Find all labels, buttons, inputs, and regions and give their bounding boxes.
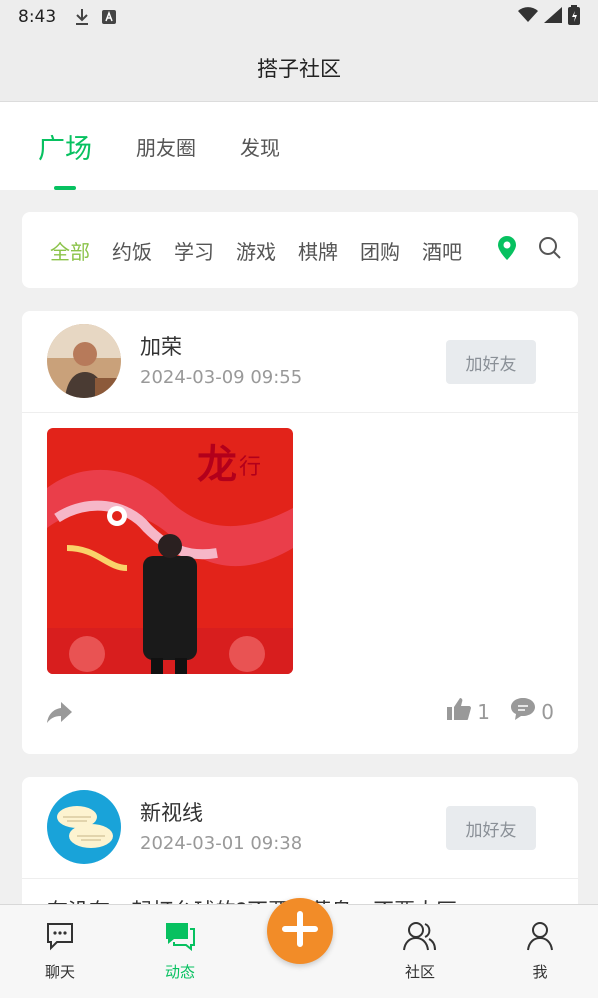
post-card: 加荣 2024-03-09 09:55 加好友 龙 行 1 0 <box>22 311 578 754</box>
top-tabs: 广场 朋友圈 发现 <box>0 102 598 190</box>
plus-icon <box>281 910 319 952</box>
tab-square[interactable]: 广场 <box>38 127 92 166</box>
category-filter: 全部 约饭 学习 游戏 棋牌 团购 酒吧 <box>22 212 578 288</box>
tab-friends-circle[interactable]: 朋友圈 <box>136 132 196 161</box>
moments-icon <box>164 921 196 955</box>
like-count: 1 <box>477 699 490 724</box>
wifi-icon <box>518 6 538 28</box>
post-header: 新视线 2024-03-01 09:38 加好友 <box>22 777 578 879</box>
page-title: 搭子社区 <box>257 56 341 81</box>
nav-profile[interactable]: 我 <box>500 921 580 982</box>
svg-text:行: 行 <box>239 455 261 480</box>
download-icon <box>74 8 90 26</box>
thumbs-up-icon <box>447 698 472 725</box>
comment-count: 0 <box>541 699 554 724</box>
community-icon <box>403 921 437 955</box>
nav-community-label: 社区 <box>404 963 435 981</box>
post-username[interactable]: 新视线 <box>140 797 203 827</box>
post-username[interactable]: 加荣 <box>140 331 182 361</box>
like-button[interactable]: 1 <box>447 698 490 725</box>
comment-button[interactable]: 0 <box>511 698 554 725</box>
svg-text:龙: 龙 <box>197 441 237 488</box>
battery-icon <box>568 4 580 30</box>
category-dining[interactable]: 约饭 <box>112 236 152 265</box>
comment-icon <box>511 698 536 725</box>
status-time: 8:43 <box>18 7 57 27</box>
add-friend-button[interactable]: 加好友 <box>446 340 536 384</box>
avatar[interactable] <box>47 790 121 864</box>
profile-icon <box>525 921 555 955</box>
nav-chat[interactable]: 聊天 <box>20 921 100 982</box>
post-time: 2024-03-09 09:55 <box>140 367 303 388</box>
category-games[interactable]: 游戏 <box>236 236 276 265</box>
chat-icon <box>45 921 75 955</box>
nav-community[interactable]: 社区 <box>380 921 460 982</box>
app-title-bar: 搭子社区 <box>0 34 598 102</box>
nav-moments[interactable]: 动态 <box>140 921 220 982</box>
tab-discover[interactable]: 发现 <box>240 132 280 161</box>
create-post-button[interactable] <box>267 898 333 964</box>
signal-icon <box>544 6 562 28</box>
nav-moments-label: 动态 <box>164 963 195 981</box>
status-bar: 8:43 <box>0 0 598 34</box>
nav-profile-label: 我 <box>532 963 548 981</box>
share-icon[interactable] <box>47 700 73 728</box>
search-icon[interactable] <box>538 236 562 264</box>
category-board-games[interactable]: 棋牌 <box>298 236 338 265</box>
location-pin-icon[interactable] <box>498 236 516 264</box>
category-study[interactable]: 学习 <box>174 236 214 265</box>
post-image[interactable]: 龙 行 <box>47 428 293 674</box>
post-actions: 1 0 <box>22 696 578 736</box>
nav-chat-label: 聊天 <box>44 963 75 981</box>
add-friend-button[interactable]: 加好友 <box>446 806 536 850</box>
post-header: 加荣 2024-03-09 09:55 加好友 <box>22 311 578 413</box>
app-badge-icon <box>102 10 117 24</box>
category-bar[interactable]: 酒吧 <box>422 236 462 265</box>
category-group-buy[interactable]: 团购 <box>360 236 400 265</box>
category-all[interactable]: 全部 <box>50 236 90 265</box>
avatar[interactable] <box>47 324 121 398</box>
post-time: 2024-03-01 09:38 <box>140 833 303 854</box>
